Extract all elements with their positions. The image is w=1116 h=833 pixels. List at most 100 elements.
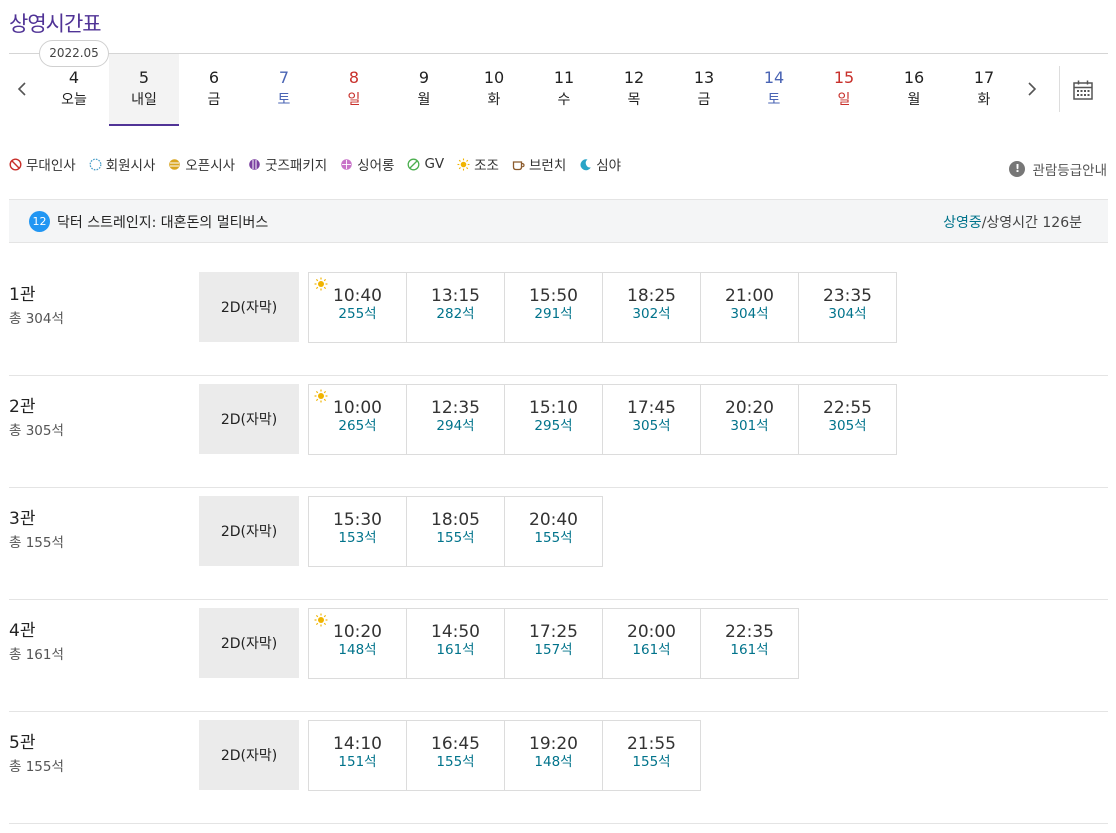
showtime-button[interactable]: 10:20 148석 (308, 608, 407, 679)
slash-circle-icon (407, 158, 420, 170)
calendar-button[interactable] (1065, 74, 1101, 106)
date-8[interactable]: 8일 (319, 54, 389, 126)
legend-label: 조조 (474, 158, 499, 174)
next-dates-button[interactable] (1019, 54, 1045, 124)
hall-row: 2관 총 305석 2D(자막) 10:00 265석 12:35 294석 15:10 295… (9, 376, 1108, 488)
showtime-button[interactable]: 22:35 161석 (700, 608, 799, 679)
date-6[interactable]: 6금 (179, 54, 249, 126)
date-weekday: 목 (627, 92, 641, 108)
date-5[interactable]: 5 내일 (109, 54, 179, 126)
legend-label: 회원시사 (105, 158, 156, 174)
showtime-time: 17:45 (627, 398, 676, 418)
hall-name: 2관 (9, 397, 36, 417)
date-15[interactable]: 15 일 (809, 54, 879, 126)
showtime-button[interactable]: 13:15 282석 (406, 272, 505, 343)
date-number: 8 (348, 68, 360, 87)
showtime-button[interactable]: 22:55 305석 (798, 384, 897, 455)
showtime-button[interactable]: 18:05 155석 (406, 496, 505, 567)
legend-label: 오픈시사 (185, 158, 236, 174)
date-17[interactable]: 17 화 (949, 54, 1019, 126)
showtime-seats: 151석 (338, 754, 377, 770)
date-number: 15 (833, 68, 855, 87)
date-number: 14 (763, 68, 785, 87)
showtime-list: 10:40 255석 13:15 282석 15:50 291석 18:25 302석 21:0… (308, 272, 897, 343)
date-weekday: 수 (557, 92, 571, 108)
showtime-time: 15:30 (333, 510, 382, 530)
showtime-button[interactable]: 20:00 161석 (602, 608, 701, 679)
date-9[interactable]: 9월 (389, 54, 459, 126)
hall-row: 4관 총 161석 2D(자막) 10:20 148석 14:50 161석 17:25 157… (9, 600, 1108, 712)
info-icon: ! (1009, 161, 1026, 177)
showtime-button[interactable]: 19:20 148석 (504, 720, 603, 791)
date-weekday: 월 (907, 92, 921, 108)
month-label: 2022.05 (39, 40, 109, 67)
showtime-time: 21:00 (725, 286, 774, 306)
date-number: 9 (418, 68, 430, 87)
hall-name: 3관 (9, 509, 36, 529)
legend-item-2: 오픈시사 (168, 154, 235, 174)
date-7[interactable]: 7토 (249, 54, 319, 126)
date-weekday: 오늘 (61, 92, 87, 108)
age-rating-badge: 12 (29, 211, 50, 232)
legend-item-1: 회원시사 (89, 154, 156, 174)
showtime-button[interactable]: 17:45 305석 (602, 384, 701, 455)
hall-row: 3관 총 155석 2D(자막) 15:30 153석 18:05 155석 20:40 155… (9, 488, 1108, 600)
showtime-list: 10:00 265석 12:35 294석 15:10 295석 17:45 305석 20:2… (308, 384, 897, 455)
showtime-seats: 291석 (534, 306, 573, 322)
legend-item-4: 싱어롱 (340, 154, 394, 174)
format-label: 2D(자막) (199, 384, 299, 454)
showtime-seats: 148석 (534, 754, 573, 770)
calendar-icon (1073, 80, 1093, 100)
date-10[interactable]: 10 화 (459, 54, 529, 126)
showtime-button[interactable]: 15:50 291석 (504, 272, 603, 343)
showtime-button[interactable]: 21:55 155석 (602, 720, 701, 791)
showtime-button[interactable]: 10:40 255석 (308, 272, 407, 343)
showtime-button[interactable]: 21:00 304석 (700, 272, 799, 343)
showtime-button[interactable]: 15:10 295석 (504, 384, 603, 455)
movie-title[interactable]: 닥터 스트레인지: 대혼돈의 멀티버스 (57, 212, 268, 232)
rating-guide-link[interactable]: ! 관람등급안내 (1009, 159, 1107, 179)
showtime-button[interactable]: 20:20 301석 (700, 384, 799, 455)
showtime-button[interactable]: 17:25 157석 (504, 608, 603, 679)
showtime-button[interactable]: 20:40 155석 (504, 496, 603, 567)
date-weekday: 일 (837, 92, 851, 108)
date-12[interactable]: 12 목 (599, 54, 669, 126)
showtime-seats: 295석 (534, 418, 573, 434)
showtime-seats: 302석 (632, 306, 671, 322)
showtime-seats: 161석 (632, 642, 671, 658)
showtime-button[interactable]: 15:30 153석 (308, 496, 407, 567)
date-13[interactable]: 13 금 (669, 54, 739, 126)
date-list: 4 오늘 5 내일 6 금 7 토 8 일 9 월 10 화 11 수 12 목 13 금 14 토 15 일 16 월 17 화 (39, 54, 1019, 126)
date-weekday: 내일 (131, 92, 157, 108)
showtime-seats: 305석 (632, 418, 671, 434)
showtime-button[interactable]: 18:25 302석 (602, 272, 701, 343)
legend-item-3: 굿즈패키지 (248, 154, 327, 174)
showtime-button[interactable]: 12:35 294석 (406, 384, 505, 455)
showtime-time: 18:05 (431, 510, 480, 530)
legend: 무대인사 회원시사 오픈시사 굿즈패키지 싱어롱 GV 조조 브런치 심야 (9, 154, 634, 174)
showtime-time: 17:25 (529, 622, 578, 642)
page-title: 상영시간표 (9, 12, 102, 36)
date-strip-divider (1059, 66, 1060, 112)
legend-label: 굿즈패키지 (265, 158, 328, 174)
showtime-time: 15:50 (529, 286, 578, 306)
showtime-button[interactable]: 10:00 265석 (308, 384, 407, 455)
moon-icon (580, 158, 592, 170)
showtime-seats: 304석 (828, 306, 867, 322)
showtime-button[interactable]: 23:35 304석 (798, 272, 897, 343)
showtime-button[interactable]: 16:45 155석 (406, 720, 505, 791)
showtime-time: 22:55 (823, 398, 872, 418)
showtime-time: 20:00 (627, 622, 676, 642)
showtime-button[interactable]: 14:10 151석 (308, 720, 407, 791)
prev-dates-button[interactable] (9, 54, 35, 124)
date-weekday: 화 (977, 92, 991, 108)
date-14[interactable]: 14 토 (739, 54, 809, 126)
showtime-seats: 155석 (632, 754, 671, 770)
date-number: 4 (68, 68, 80, 87)
showtime-seats: 161석 (436, 642, 475, 658)
showtime-seats: 161석 (730, 642, 769, 658)
date-16[interactable]: 16 월 (879, 54, 949, 126)
hall-total-seats: 총 304석 (9, 311, 64, 327)
showtime-button[interactable]: 14:50 161석 (406, 608, 505, 679)
date-11[interactable]: 11 수 (529, 54, 599, 126)
